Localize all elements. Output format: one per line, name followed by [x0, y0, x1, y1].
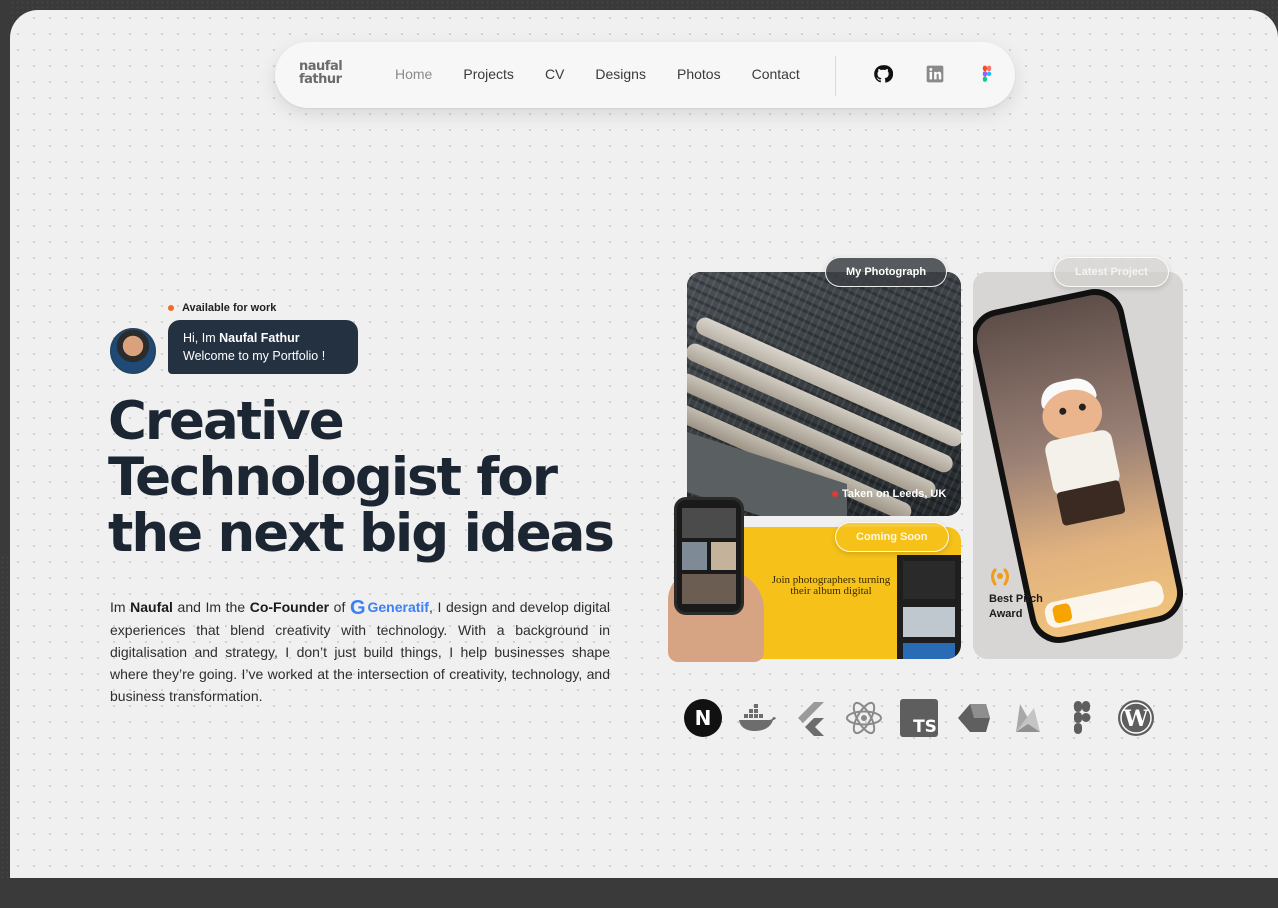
nav-link-projects[interactable]: Projects [463, 66, 514, 82]
nav-link-designs[interactable]: Designs [595, 66, 646, 82]
figma-icon [1062, 698, 1102, 738]
nav-link-contact[interactable]: Contact [752, 66, 800, 82]
avatar [110, 328, 156, 374]
photo-caption: Taken on Leeds, UK [832, 488, 946, 500]
docker-icon [736, 698, 776, 738]
svg-text:TS: TS [913, 717, 937, 737]
generatif-logo-icon: G [349, 597, 366, 619]
coming-soon-pill: Coming Soon [835, 522, 949, 552]
laurel-icon [991, 568, 1009, 586]
react-icon [844, 698, 884, 738]
availability-status: Available for work [168, 302, 276, 314]
coming-soon-gallery [897, 555, 961, 659]
phone-in-hand [674, 497, 744, 615]
svg-text:W: W [1123, 706, 1149, 732]
nav-link-home[interactable]: Home [395, 66, 432, 82]
location-dot [832, 491, 838, 498]
logo[interactable]: naufal fathur [299, 60, 359, 86]
greeting-bubble: Hi, Im Naufal Fathur Welcome to my Portf… [168, 320, 358, 374]
firebase-icon [1008, 698, 1048, 738]
latest-project-card[interactable]: Best Pitch Award [973, 272, 1183, 659]
coming-soon-tagline: Join photographers turning their album d… [771, 574, 891, 597]
hero-headline: Creative Technologist for the next big i… [108, 391, 615, 564]
typescript-icon: TS [899, 698, 939, 738]
navbar: naufal fathur Home Projects CV Designs P… [275, 42, 1015, 108]
award-label: Best Pitch Award [989, 593, 1043, 620]
nav-link-photos[interactable]: Photos [677, 66, 721, 82]
partial-tech-icon [1170, 698, 1178, 738]
social-icons [873, 64, 997, 84]
background-edge [0, 0, 10, 554]
photograph-card[interactable] [687, 272, 961, 516]
generatif-link[interactable]: Generatif [368, 599, 429, 615]
flutter-icon [790, 698, 830, 738]
status-dot [168, 305, 174, 312]
wordpress-icon: W [1116, 698, 1156, 738]
phone-tab-bar [1042, 579, 1166, 630]
intro-paragraph: Im Naufal and Im the Co-Founder of G Gene… [110, 597, 610, 704]
nav-links: Home Projects CV Designs Photos Contact [395, 66, 800, 82]
svg-text:N: N [695, 706, 712, 730]
background-edge-bottom [0, 878, 1278, 908]
dart-icon [954, 698, 994, 738]
github-icon[interactable] [873, 64, 893, 84]
nav-link-cv[interactable]: CV [545, 66, 564, 82]
nextjs-icon: N [683, 698, 723, 738]
photo-label-pill: My Photograph [825, 257, 948, 287]
project-label-pill: Latest Project [1054, 257, 1169, 287]
figma-icon[interactable] [977, 64, 997, 84]
nav-divider [835, 56, 836, 96]
page: naufal fathur Home Projects CV Designs P… [10, 10, 1278, 908]
linkedin-icon[interactable] [925, 64, 945, 84]
